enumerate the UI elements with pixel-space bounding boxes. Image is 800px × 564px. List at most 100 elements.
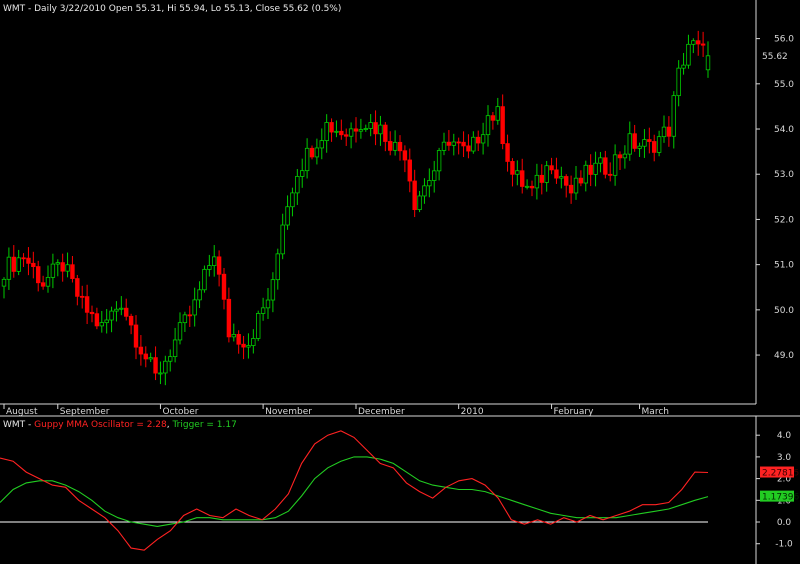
candle-body (36, 266, 41, 284)
candle-body (1, 278, 7, 287)
candle-body (593, 162, 598, 175)
candle-body (153, 357, 158, 374)
candle-body (676, 67, 681, 97)
oscillator-title: WMT - Guppy MMA Oscillator = 2.28, Trigg… (3, 420, 237, 430)
oscillator-title-prefix: WMT - (3, 420, 34, 430)
candle-body (598, 157, 603, 164)
price-y-tick-label: 52.0 (774, 215, 794, 225)
candle-body (612, 154, 618, 176)
candle-body (304, 147, 310, 172)
candle-body (124, 307, 129, 317)
candle-body (534, 174, 540, 189)
candle-body (182, 314, 188, 324)
candle-body (407, 159, 412, 182)
candle-body (119, 307, 124, 310)
candle-body (84, 296, 90, 313)
trigger-badge-value: 1.17396 (762, 493, 799, 503)
candle-body (554, 169, 559, 179)
candle-body (236, 334, 241, 345)
candle-body (466, 145, 471, 152)
candle-body (412, 180, 417, 211)
price-y-tick-label: 50.0 (774, 306, 794, 316)
candle-body (524, 185, 530, 188)
candle-body (642, 139, 647, 147)
candle (256, 310, 261, 342)
candle-body (666, 126, 672, 137)
oscillator-y-tick-label: 4.0 (777, 431, 792, 441)
candle-body (520, 170, 525, 187)
candle-body (363, 128, 368, 130)
oscillator-y-tick-label: -1.0 (775, 540, 793, 550)
candle-body (251, 338, 256, 346)
candle-body (392, 141, 398, 151)
candle-body (65, 264, 70, 272)
candle-body (197, 289, 202, 301)
candle-body (16, 257, 21, 272)
chart-canvas: WMT - Daily 3/22/2010 Open 55.31, Hi 55.… (0, 0, 800, 564)
candle-body (608, 173, 613, 176)
candle-body (476, 136, 481, 144)
candle-body (275, 253, 280, 281)
candle-body (539, 174, 544, 183)
candle-body (603, 157, 608, 175)
candle-body (75, 278, 80, 297)
candle-body (260, 307, 266, 314)
candle-body (158, 372, 163, 375)
candle-body (564, 176, 569, 186)
candle-body (397, 141, 403, 152)
candle-body (578, 177, 584, 184)
candle-body (168, 356, 173, 362)
candle-body (451, 141, 456, 146)
candle-body (656, 136, 662, 153)
candle-body (446, 141, 452, 146)
candle-body (402, 150, 408, 161)
oscillator-badge-value: 2.27815 (762, 469, 799, 479)
candle-body (241, 343, 246, 348)
candle-body (686, 43, 691, 66)
candle-body (388, 141, 393, 151)
candle-body (661, 126, 667, 138)
candle-body (705, 55, 711, 71)
price-y-tick-label: 55.0 (774, 80, 794, 90)
oscillator-last-value-badge: 2.27815 (760, 466, 799, 479)
candle-body (696, 40, 701, 45)
candle-body (55, 262, 60, 265)
candle-body (295, 176, 300, 194)
candle-body (505, 143, 510, 162)
candle-body (177, 322, 183, 341)
candle-body (559, 176, 564, 179)
price-y-tick-label: 56.0 (774, 35, 794, 45)
candle-body (104, 319, 109, 324)
candle-body (691, 40, 696, 45)
candle-body (212, 256, 217, 266)
candle-body (290, 192, 295, 208)
candle-body (300, 170, 305, 177)
candle-body (358, 129, 364, 132)
candle-body (622, 153, 628, 159)
price-y-tick-label: 49.0 (774, 351, 794, 361)
candle-body (309, 147, 315, 158)
candle-body (26, 257, 31, 264)
candle-body (163, 360, 168, 374)
candle-body (573, 177, 579, 194)
candle-body (265, 299, 271, 309)
candle-body (11, 256, 16, 272)
oscillator-series-label: Guppy MMA Oscillator = 2.28 (34, 420, 167, 430)
candle-body (172, 339, 178, 358)
candle-body (510, 161, 515, 175)
candle-body (45, 276, 51, 287)
candle-body (202, 268, 207, 291)
candle-body (471, 136, 476, 152)
candle-body (632, 133, 637, 149)
candle-body (314, 147, 320, 158)
candle-body (637, 145, 642, 149)
candle-body (109, 310, 114, 321)
candle-body (383, 124, 388, 142)
price-y-tick-label: 53.0 (774, 170, 794, 180)
candle-body (138, 346, 144, 355)
candle-body (246, 345, 251, 348)
candle-body (436, 150, 442, 172)
candle-body (373, 122, 378, 135)
candle-body (89, 311, 95, 315)
candle-body (319, 140, 324, 149)
